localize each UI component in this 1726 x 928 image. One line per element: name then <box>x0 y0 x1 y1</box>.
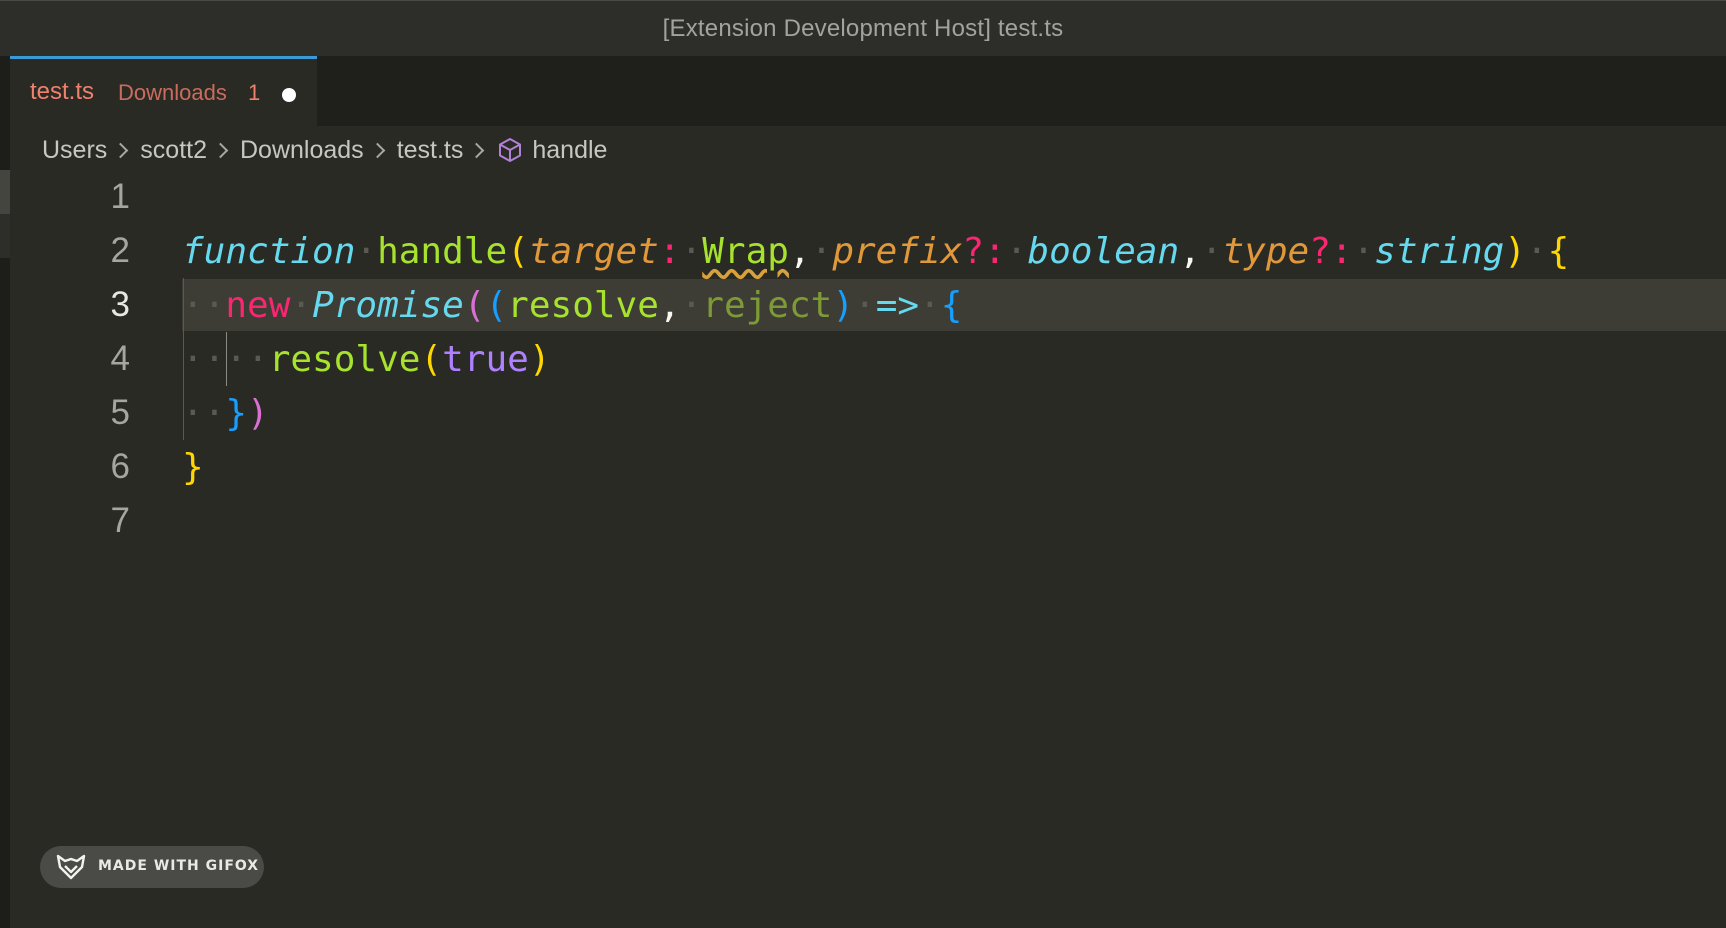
code-text: ··}) <box>182 393 269 434</box>
token-parameter: type <box>1222 231 1310 272</box>
token-bracket: ( <box>463 285 486 326</box>
token-punctuation: , <box>1179 231 1201 272</box>
tab-bar: test.ts Downloads 1 <box>10 56 1726 126</box>
code-line-active[interactable]: 3 ··new·Promise((resolve,·reject)·=>·{ <box>0 278 1726 332</box>
line-number: 6 <box>110 447 130 486</box>
token-bracket: ( <box>485 285 508 326</box>
token-keyword: new <box>225 285 291 326</box>
token-operator: : <box>658 231 681 272</box>
token-boolean: true <box>442 339 529 380</box>
token-function-name: handle <box>377 231 508 272</box>
token-bracket: } <box>225 393 248 434</box>
indent-guide <box>183 278 184 440</box>
line-number: 7 <box>110 501 130 540</box>
tab-label: test.ts <box>30 78 95 105</box>
token-bracket: ) <box>1504 231 1526 272</box>
token-function-call: resolve <box>268 339 421 380</box>
breadcrumb-item-file[interactable]: test.ts <box>397 136 464 165</box>
code-line[interactable]: 1 <box>0 170 1726 224</box>
tab-test-ts[interactable]: test.ts Downloads 1 <box>10 56 317 126</box>
line-number: 3 <box>110 285 130 324</box>
line-number: 5 <box>110 393 130 432</box>
code-text: } <box>182 447 204 488</box>
code-line[interactable]: 6 } <box>0 440 1726 494</box>
token-punctuation: , <box>788 231 811 272</box>
token-keyword: function <box>182 231 356 272</box>
code-line[interactable]: 5 ··}) <box>0 386 1726 440</box>
token-type-error[interactable]: Wrap <box>702 231 789 272</box>
token-bracket: { <box>1547 231 1570 272</box>
code-line[interactable]: 7 <box>0 494 1726 548</box>
code-text: ··new·Promise((resolve,·reject)·=>·{ <box>182 285 963 326</box>
line-number: 1 <box>110 177 130 216</box>
token-parameter: target <box>528 231 659 272</box>
code-text: function·handle(target:·Wrap,·prefix?:·b… <box>182 231 1570 272</box>
breadcrumb: Users scott2 Downloads test.ts handle <box>42 132 607 168</box>
line-number: 2 <box>110 231 130 270</box>
chevron-right-icon <box>369 142 385 158</box>
code-line[interactable]: 4 ····resolve(true) <box>0 332 1726 386</box>
watermark-label: MADE WITH GIFOX <box>98 858 260 874</box>
gifox-watermark: MADE WITH GIFOX <box>40 846 264 888</box>
chevron-right-icon <box>212 142 229 158</box>
chevron-right-icon <box>469 142 485 158</box>
window-title: [Extension Development Host] test.ts <box>662 15 1064 42</box>
token-parameter: resolve <box>507 285 659 326</box>
tab-description: Downloads <box>118 80 227 105</box>
token-punctuation: , <box>658 285 681 326</box>
tab-problem-count: 1 <box>248 80 261 105</box>
code-text: ····resolve(true) <box>182 339 551 380</box>
indent-guide-active <box>226 332 227 386</box>
token-bracket: ) <box>832 285 854 326</box>
token-type: boolean <box>1027 231 1180 272</box>
token-bracket: { <box>940 285 963 326</box>
token-class: Promise <box>312 285 464 326</box>
title-bar: [Extension Development Host] test.ts <box>0 0 1726 56</box>
token-bracket: ) <box>247 393 269 434</box>
breadcrumb-item-downloads[interactable]: Downloads <box>240 136 364 165</box>
token-type: string <box>1374 231 1505 272</box>
token-bracket: ) <box>528 339 551 380</box>
token-arrow: => <box>875 285 920 326</box>
breadcrumb-item-symbol[interactable]: handle <box>532 136 607 165</box>
token-operator: ?: <box>1309 231 1353 272</box>
code-line[interactable]: 2 function·handle(target:·Wrap,·prefix?:… <box>0 224 1726 278</box>
token-bracket: ( <box>420 339 443 380</box>
unsaved-dot-icon[interactable] <box>282 88 296 102</box>
breadcrumb-item-users[interactable]: Users <box>42 136 107 165</box>
token-parameter-unused: reject <box>702 285 833 326</box>
symbol-method-icon <box>496 136 524 164</box>
token-operator: ?: <box>962 231 1006 272</box>
token-bracket: } <box>182 447 204 488</box>
line-number: 4 <box>110 339 130 378</box>
fox-icon <box>56 853 86 881</box>
token-bracket: ( <box>507 231 529 272</box>
chevron-right-icon <box>113 142 129 158</box>
breadcrumb-item-scott2[interactable]: scott2 <box>140 136 207 165</box>
token-parameter: prefix <box>832 231 963 272</box>
